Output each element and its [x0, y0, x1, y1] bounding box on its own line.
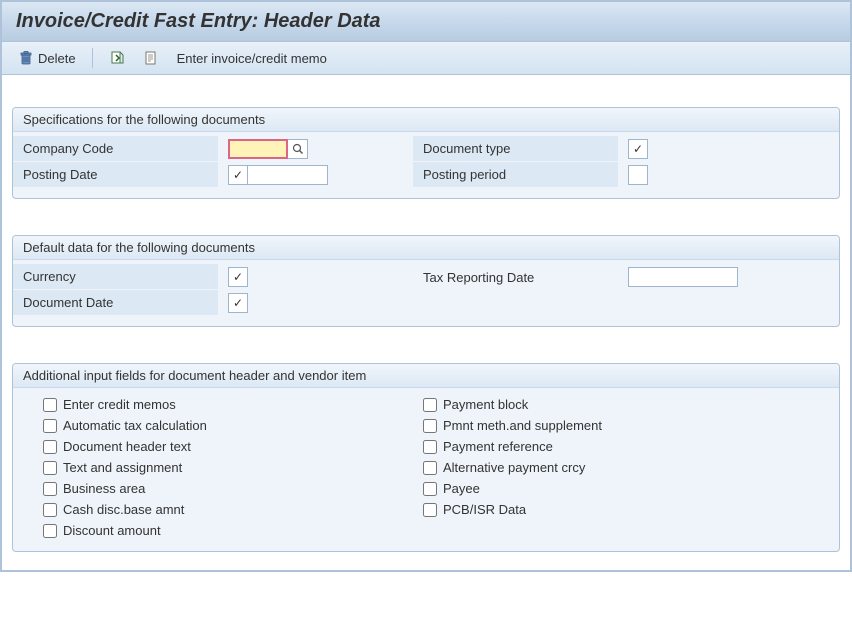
pcb-isr-label: PCB/ISR Data — [443, 502, 526, 517]
document-date-label: Document Date — [13, 290, 218, 316]
enter-memo-label[interactable]: Enter invoice/credit memo — [177, 51, 327, 66]
payee-checkbox[interactable] — [423, 482, 437, 496]
pcb-isr-checkbox[interactable] — [423, 503, 437, 517]
payment-ref-checkbox[interactable] — [423, 440, 437, 454]
default-data-group-header: Default data for the following documents — [13, 236, 839, 260]
pmnt-meth-checkbox[interactable] — [423, 419, 437, 433]
company-code-input[interactable] — [228, 139, 288, 159]
delete-button[interactable]: Delete — [12, 48, 82, 68]
doc-header-text-checkbox[interactable] — [43, 440, 57, 454]
toolbar-divider — [92, 48, 93, 68]
alt-payment-crcy-checkbox[interactable] — [423, 461, 437, 475]
posting-date-input[interactable] — [228, 165, 248, 185]
discount-amount-checkbox[interactable] — [43, 524, 57, 538]
additional-fields-group: Additional input fields for document hea… — [12, 363, 840, 552]
posting-date-text-input[interactable] — [248, 165, 328, 185]
default-data-group: Default data for the following documents… — [12, 235, 840, 327]
document-icon — [143, 50, 159, 66]
company-code-label: Company Code — [13, 136, 218, 162]
title-bar: Invoice/Credit Fast Entry: Header Data — [2, 2, 850, 42]
discount-amount-label: Discount amount — [63, 523, 161, 538]
text-assignment-label: Text and assignment — [63, 460, 182, 475]
payment-block-label: Payment block — [443, 397, 528, 412]
posting-date-label: Posting Date — [13, 162, 218, 188]
additional-fields-group-header: Additional input fields for document hea… — [13, 364, 839, 388]
posting-period-label: Posting period — [413, 162, 618, 188]
currency-label: Currency — [13, 264, 218, 290]
doc-header-text-label: Document header text — [63, 439, 191, 454]
posting-period-input[interactable] — [628, 165, 648, 185]
auto-tax-label: Automatic tax calculation — [63, 418, 207, 433]
auto-tax-checkbox[interactable] — [43, 419, 57, 433]
trash-icon — [18, 50, 34, 66]
specifications-group-header: Specifications for the following documen… — [13, 108, 839, 132]
search-icon — [292, 143, 304, 155]
delete-button-label: Delete — [38, 51, 76, 66]
doc-icon-button-1[interactable] — [103, 48, 131, 68]
document-arrow-icon — [109, 50, 125, 66]
currency-input[interactable] — [228, 267, 248, 287]
document-type-label: Document type — [413, 136, 618, 162]
toolbar: Delete Enter invoice/credit memo — [2, 42, 850, 75]
tax-reporting-date-label: Tax Reporting Date — [413, 270, 618, 285]
cash-disc-label: Cash disc.base amnt — [63, 502, 184, 517]
payment-ref-label: Payment reference — [443, 439, 553, 454]
doc-icon-button-2[interactable] — [137, 48, 165, 68]
business-area-checkbox[interactable] — [43, 482, 57, 496]
payee-label: Payee — [443, 481, 480, 496]
alt-payment-crcy-label: Alternative payment crcy — [443, 460, 585, 475]
tax-reporting-date-input[interactable] — [628, 267, 738, 287]
page-title: Invoice/Credit Fast Entry: Header Data — [16, 10, 836, 33]
company-code-f4-button[interactable] — [288, 139, 308, 159]
business-area-label: Business area — [63, 481, 145, 496]
document-type-input[interactable] — [628, 139, 648, 159]
pmnt-meth-label: Pmnt meth.and supplement — [443, 418, 602, 433]
enter-credit-memos-checkbox[interactable] — [43, 398, 57, 412]
enter-credit-memos-label: Enter credit memos — [63, 397, 176, 412]
document-date-input[interactable] — [228, 293, 248, 313]
text-assignment-checkbox[interactable] — [43, 461, 57, 475]
cash-disc-checkbox[interactable] — [43, 503, 57, 517]
specifications-group: Specifications for the following documen… — [12, 107, 840, 199]
payment-block-checkbox[interactable] — [423, 398, 437, 412]
